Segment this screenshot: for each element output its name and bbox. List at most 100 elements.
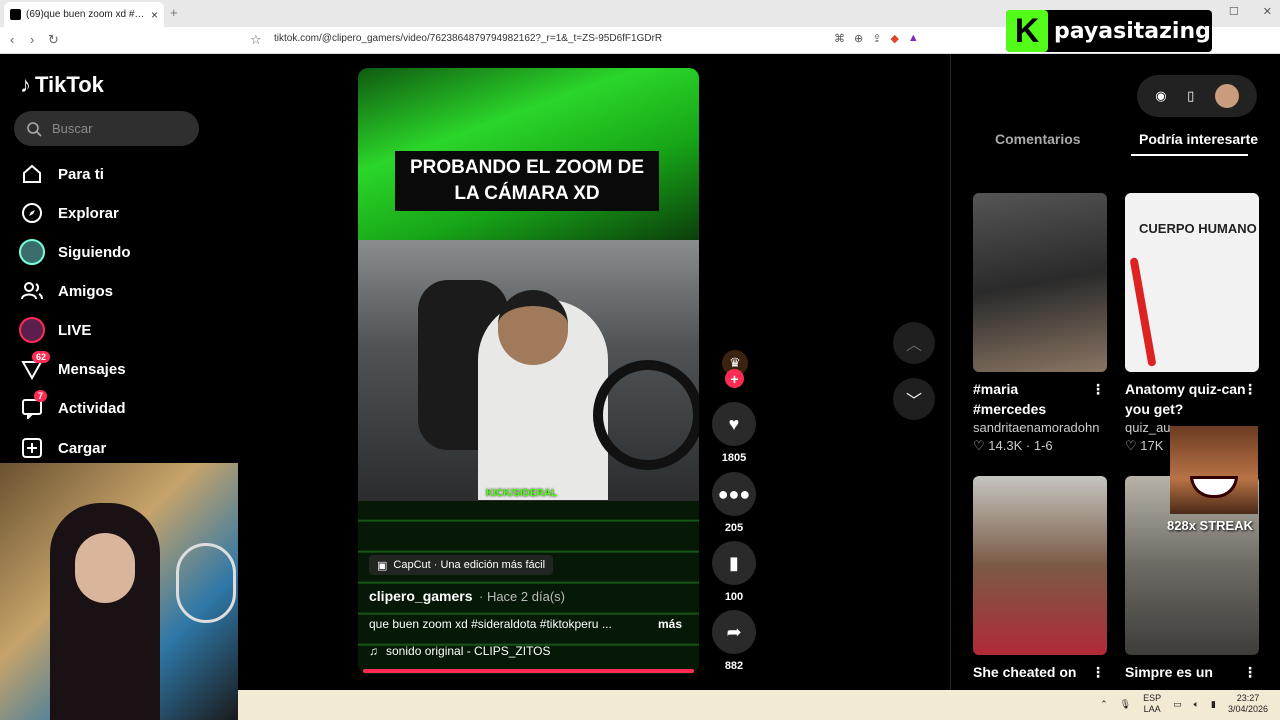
comment-icon[interactable]: ●●●: [712, 472, 756, 516]
messages-badge: 62: [32, 351, 51, 363]
back-icon[interactable]: ‹: [10, 32, 14, 47]
video-thumbnail[interactable]: CUERPO HUMANO: [1125, 193, 1259, 372]
reload-icon[interactable]: ↻: [48, 32, 59, 48]
more-options-icon[interactable]: ⋮: [1243, 379, 1257, 399]
share-arrow-icon[interactable]: ➦: [712, 610, 756, 654]
battery-icon[interactable]: ▮: [1211, 699, 1216, 710]
sidebar-item-label: Explorar: [58, 204, 119, 222]
close-window-icon[interactable]: ✕: [1263, 5, 1272, 18]
zoom-icon[interactable]: ⊕: [854, 32, 863, 45]
next-video-button[interactable]: ﹀: [893, 378, 935, 420]
card-title: She cheated on: [973, 664, 1077, 680]
address-bar-actions: ⌘ ⊕ ⇪ ◆ ▲: [834, 32, 919, 45]
heart-outline-icon: ♡: [1125, 438, 1137, 453]
bookmark-icon[interactable]: ▮: [712, 541, 756, 585]
previous-video-button[interactable]: ︿: [893, 322, 935, 364]
heart-outline-icon: ♡: [973, 438, 985, 453]
new-tab-button[interactable]: +: [170, 5, 178, 20]
volume-icon[interactable]: 🔈︎: [1194, 699, 1199, 710]
sidebar-item-siguiendo[interactable]: Siguiendo: [18, 237, 131, 267]
card-title: #maria #mercedes #paratiiiiiiiiiii: [973, 381, 1047, 417]
share-icon[interactable]: ⇪: [872, 32, 881, 45]
forward-icon[interactable]: ›: [30, 32, 34, 47]
sidebar-item-mensajes[interactable]: 62 Mensajes: [18, 351, 126, 384]
maximize-icon[interactable]: ☐: [1229, 5, 1239, 18]
sidebar-item-para-ti[interactable]: Para ti: [18, 159, 104, 189]
sound-label: sonido original - CLIPS_ZITOS: [386, 644, 551, 658]
follow-button[interactable]: +: [725, 369, 744, 388]
suggested-video-card[interactable]: CUERPO HUMANO Anatomy quiz-can you get? …: [1125, 193, 1259, 454]
sidebar-item-label: Amigos: [58, 282, 114, 300]
url-field[interactable]: tiktok.com/@clipero_gamers/video/7623864…: [274, 33, 662, 44]
taskbar-clock[interactable]: 23:27 3/04/2026: [1228, 693, 1268, 715]
video-title-line1: PROBANDO EL ZOOM DE: [410, 157, 644, 178]
compass-icon: [18, 199, 46, 227]
upload-icon: [18, 434, 46, 462]
capcut-label: CapCut · Una edición más fácil: [393, 559, 546, 571]
more-options-icon[interactable]: ⋮: [1243, 662, 1257, 682]
suggested-video-card[interactable]: #maria #mercedes #paratiiiiiiiiiii ⋮ sand…: [973, 193, 1107, 454]
card-user: sandritaenamoradohn: [973, 420, 1100, 435]
following-avatar-icon: [18, 238, 46, 266]
sidebar-item-label: Para ti: [58, 165, 104, 183]
search-icon: [27, 121, 42, 137]
kick-channel-name: payasitazing: [1054, 18, 1211, 44]
more-options-icon[interactable]: ⋮: [1091, 379, 1105, 399]
bookmark-icon[interactable]: ☆: [250, 32, 262, 48]
video-thumbnail[interactable]: [973, 193, 1107, 372]
language-indicator[interactable]: ESP LAA: [1143, 693, 1161, 715]
browser-tab[interactable]: (69)que buen zoom xd #sider ×: [4, 2, 164, 27]
sidebar-item-cargar[interactable]: Cargar: [18, 433, 106, 463]
save-count: 100: [724, 591, 744, 603]
suggested-video-card[interactable]: She cheated on ⋮: [973, 476, 1107, 702]
sidebar-item-live[interactable]: LIVE: [18, 315, 91, 345]
video-author[interactable]: clipero_gamers: [369, 588, 473, 604]
capcut-badge[interactable]: ▣ CapCut · Una edición más fácil: [369, 555, 554, 575]
tab-title: (69)que buen zoom xd #sider: [26, 9, 146, 20]
streamer-webcam: [0, 463, 238, 720]
more-button[interactable]: más: [658, 617, 682, 631]
share-count: 882: [724, 660, 744, 672]
tab-comentarios[interactable]: Comentarios: [995, 131, 1081, 147]
card-likes: 17K: [1140, 438, 1164, 453]
tiktok-logo[interactable]: ♪ TikTok: [20, 72, 104, 98]
meme-mouth: [1190, 476, 1238, 498]
video-sound[interactable]: ♫ sonido original - CLIPS_ZITOS: [369, 644, 551, 658]
chevron-down-icon: ﹀: [905, 393, 922, 410]
messages-icon: 62: [18, 351, 51, 383]
brave-shield-icon[interactable]: ◆: [890, 32, 898, 45]
more-options-icon[interactable]: ⋮: [1091, 662, 1105, 682]
tab-podria-interesarte[interactable]: Podría interesarte: [1139, 131, 1258, 147]
search-box[interactable]: [14, 111, 199, 146]
video-player[interactable]: PROBANDO EL ZOOM DE LA CÁMARA XD KICK/SI…: [358, 68, 699, 674]
keyboard-layout: LAA: [1143, 704, 1161, 714]
phone-icon[interactable]: ▯: [1187, 88, 1194, 104]
capcut-icon: ▣: [377, 559, 388, 572]
video-watermark: KICK/SIDERAL: [486, 488, 558, 499]
profile-avatar[interactable]: [1214, 84, 1239, 108]
compass-small-icon[interactable]: ◉: [1155, 88, 1166, 104]
video-progress-bar[interactable]: [363, 669, 694, 673]
card-stats: ♡ 14.3K · 1-6: [973, 438, 1107, 454]
sidebar-item-actividad[interactable]: 7 Actividad: [18, 390, 126, 423]
translate-icon[interactable]: ⌘: [834, 32, 845, 45]
language-code: ESP: [1143, 693, 1162, 703]
video-age: · Hace 2 día(s): [479, 589, 565, 604]
sidebar-item-explorar[interactable]: Explorar: [18, 198, 119, 228]
streamer-face: [75, 533, 135, 603]
search-input[interactable]: [52, 121, 182, 136]
brave-rewards-icon[interactable]: ▲: [908, 32, 919, 45]
live-icon: [18, 316, 46, 344]
marker-pen: [1129, 257, 1157, 367]
home-icon: [18, 160, 46, 188]
like-count: 1805: [721, 452, 747, 464]
video-thumbnail[interactable]: [973, 476, 1107, 655]
tray-expand-icon[interactable]: ⌃: [1100, 699, 1108, 710]
heart-icon[interactable]: ♥: [712, 402, 756, 446]
microphone-icon[interactable]: 🎙︎: [1120, 699, 1131, 710]
tab-close-icon[interactable]: ×: [151, 8, 158, 22]
sidebar-item-label: LIVE: [58, 321, 92, 339]
sidebar-item-amigos[interactable]: Amigos: [18, 276, 113, 306]
network-icon[interactable]: ▭: [1173, 699, 1182, 710]
thumbnail-text: CUERPO HUMANO: [1139, 221, 1257, 236]
